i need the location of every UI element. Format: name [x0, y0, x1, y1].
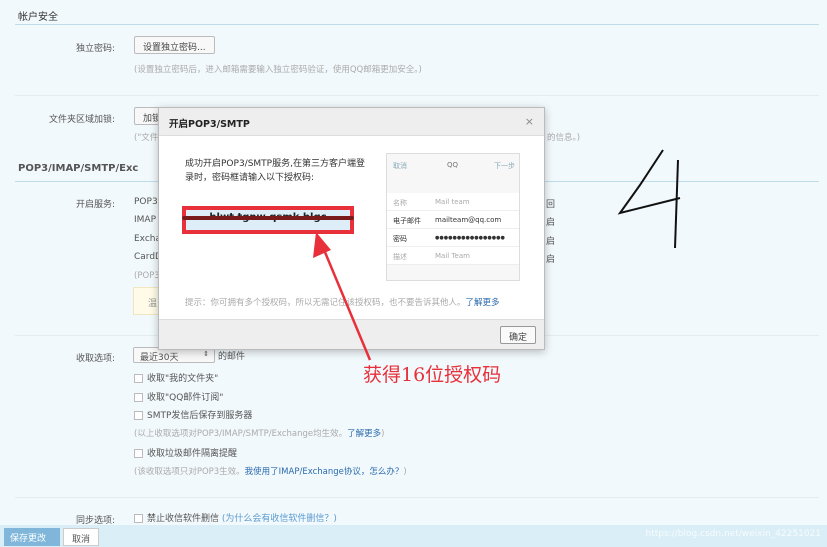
handwritten-four-stem — [674, 159, 679, 249]
annotation-overlay — [313, 149, 681, 361]
annotation-arrow — [320, 244, 372, 361]
arrow-head-icon — [313, 232, 331, 258]
annotation-text: 获得16位授权码 — [363, 364, 502, 386]
handwritten-four — [617, 149, 681, 215]
